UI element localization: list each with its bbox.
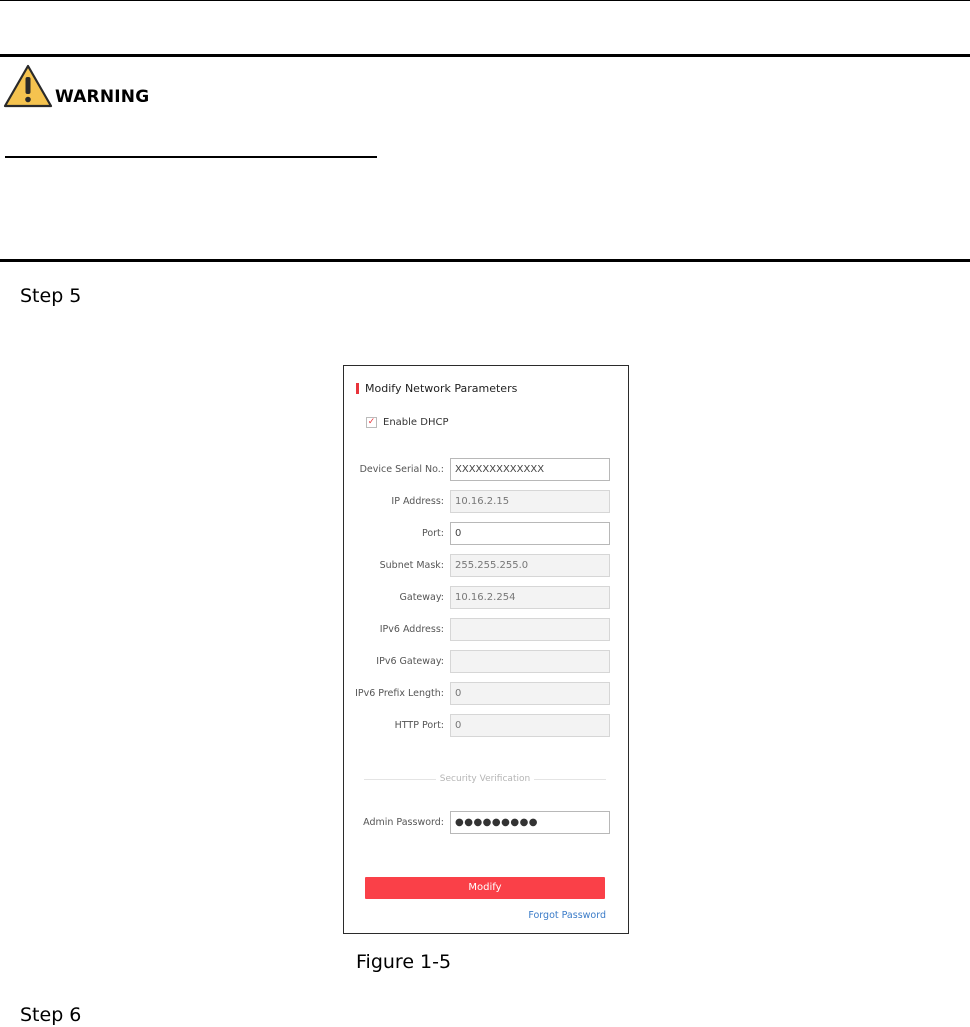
- gateway-input[interactable]: 10.16.2.254: [450, 586, 610, 609]
- warning-underline: [5, 156, 377, 158]
- device-serial-label: Device Serial No.:: [359, 464, 444, 475]
- http-port-label: HTTP Port:: [394, 720, 444, 731]
- admin-password-label: Admin Password:: [363, 817, 444, 828]
- gateway-label: Gateway:: [399, 592, 444, 603]
- row-gateway: Gateway: 10.16.2.254: [344, 586, 628, 609]
- row-ipv6-address: IPv6 Address:: [344, 618, 628, 641]
- device-serial-input[interactable]: XXXXXXXXXXXXX: [450, 458, 610, 481]
- http-port-input[interactable]: 0: [450, 714, 610, 737]
- dialog-title-text: Modify Network Parameters: [365, 382, 518, 395]
- row-ipv6-gateway: IPv6 Gateway:: [344, 650, 628, 673]
- ipv6-address-label: IPv6 Address:: [379, 624, 444, 635]
- section-rule: [0, 54, 970, 57]
- modify-network-dialog: Modify Network Parameters ✓ Enable DHCP …: [343, 365, 629, 934]
- port-label: Port:: [421, 528, 444, 539]
- port-input[interactable]: 0: [450, 522, 610, 545]
- warning-label: WARNING: [55, 87, 150, 107]
- dhcp-label: Enable DHCP: [383, 417, 449, 428]
- warning-block: WARNING: [3, 64, 149, 108]
- dhcp-checkbox[interactable]: ✓: [366, 417, 377, 428]
- row-port: Port: 0: [344, 522, 628, 545]
- figure-caption: Figure 1-5: [356, 951, 452, 973]
- security-divider: Security Verification: [364, 773, 606, 785]
- ip-address-input[interactable]: 10.16.2.15: [450, 490, 610, 513]
- admin-password-input[interactable]: ●●●●●●●●●: [450, 811, 610, 834]
- dialog-title: Modify Network Parameters: [356, 382, 517, 395]
- row-ip-address: IP Address: 10.16.2.15: [344, 490, 628, 513]
- ipv6-gateway-input[interactable]: [450, 650, 610, 673]
- title-accent-bar: [356, 383, 359, 394]
- ipv6-prefix-input[interactable]: 0: [450, 682, 610, 705]
- row-http-port: HTTP Port: 0: [344, 714, 628, 737]
- enable-dhcp[interactable]: ✓ Enable DHCP: [366, 417, 448, 428]
- row-device-serial: Device Serial No.: XXXXXXXXXXXXX: [344, 458, 628, 481]
- modify-button[interactable]: Modify: [365, 877, 605, 899]
- ipv6-address-input[interactable]: [450, 618, 610, 641]
- forgot-password-link[interactable]: Forgot Password: [528, 910, 606, 921]
- step-6-label: Step 6: [20, 1004, 82, 1026]
- ipv6-gateway-label: IPv6 Gateway:: [376, 656, 444, 667]
- subnet-mask-label: Subnet Mask:: [379, 560, 444, 571]
- security-verification-label: Security Verification: [435, 774, 535, 784]
- subnet-mask-input[interactable]: 255.255.255.0: [450, 554, 610, 577]
- ipv6-prefix-label: IPv6 Prefix Length:: [355, 688, 444, 699]
- section-rule-bottom: [0, 259, 970, 262]
- top-rule: [0, 0, 970, 1]
- step-5-label: Step 5: [20, 285, 82, 307]
- warning-icon: [3, 64, 53, 108]
- ip-address-label: IP Address:: [391, 496, 444, 507]
- row-ipv6-prefix: IPv6 Prefix Length: 0: [344, 682, 628, 705]
- row-admin-password: Admin Password: ●●●●●●●●●: [344, 811, 628, 834]
- row-subnet-mask: Subnet Mask: 255.255.255.0: [344, 554, 628, 577]
